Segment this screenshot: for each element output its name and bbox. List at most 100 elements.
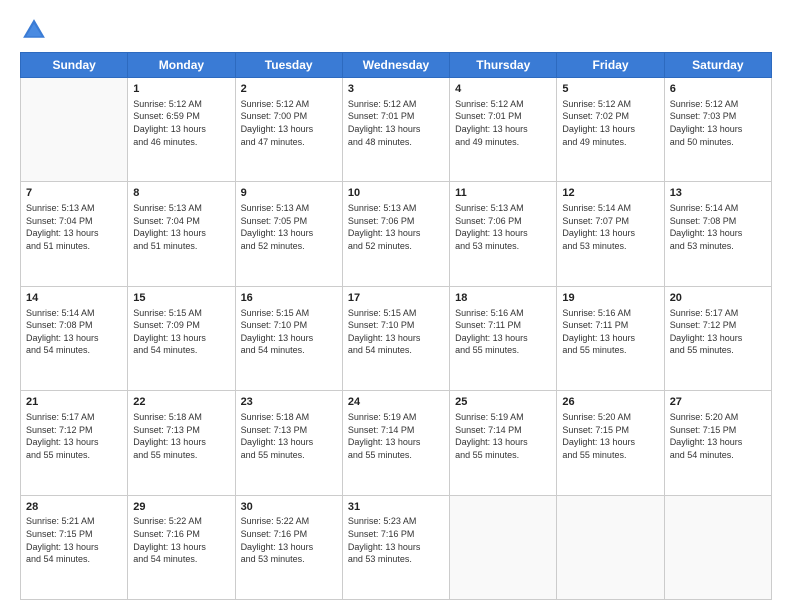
calendar-cell: 31Sunrise: 5:23 AM Sunset: 7:16 PM Dayli… (342, 495, 449, 599)
calendar-week-row: 14Sunrise: 5:14 AM Sunset: 7:08 PM Dayli… (21, 286, 772, 390)
day-info: Sunrise: 5:13 AM Sunset: 7:04 PM Dayligh… (26, 202, 122, 252)
calendar-cell: 22Sunrise: 5:18 AM Sunset: 7:13 PM Dayli… (128, 391, 235, 495)
day-info: Sunrise: 5:12 AM Sunset: 7:01 PM Dayligh… (348, 98, 444, 148)
day-number: 14 (26, 291, 122, 306)
calendar-week-row: 1Sunrise: 5:12 AM Sunset: 6:59 PM Daylig… (21, 78, 772, 182)
calendar-cell: 20Sunrise: 5:17 AM Sunset: 7:12 PM Dayli… (664, 286, 771, 390)
calendar-cell: 13Sunrise: 5:14 AM Sunset: 7:08 PM Dayli… (664, 182, 771, 286)
day-info: Sunrise: 5:17 AM Sunset: 7:12 PM Dayligh… (670, 307, 766, 357)
calendar-cell: 8Sunrise: 5:13 AM Sunset: 7:04 PM Daylig… (128, 182, 235, 286)
calendar-cell: 27Sunrise: 5:20 AM Sunset: 7:15 PM Dayli… (664, 391, 771, 495)
calendar-cell: 2Sunrise: 5:12 AM Sunset: 7:00 PM Daylig… (235, 78, 342, 182)
calendar-day-header: Tuesday (235, 53, 342, 78)
day-info: Sunrise: 5:16 AM Sunset: 7:11 PM Dayligh… (455, 307, 551, 357)
day-number: 2 (241, 82, 337, 97)
day-number: 16 (241, 291, 337, 306)
calendar-cell: 17Sunrise: 5:15 AM Sunset: 7:10 PM Dayli… (342, 286, 449, 390)
day-number: 24 (348, 395, 444, 410)
day-info: Sunrise: 5:14 AM Sunset: 7:07 PM Dayligh… (562, 202, 658, 252)
calendar-cell: 19Sunrise: 5:16 AM Sunset: 7:11 PM Dayli… (557, 286, 664, 390)
calendar-cell: 16Sunrise: 5:15 AM Sunset: 7:10 PM Dayli… (235, 286, 342, 390)
day-info: Sunrise: 5:12 AM Sunset: 7:00 PM Dayligh… (241, 98, 337, 148)
day-number: 31 (348, 500, 444, 515)
day-info: Sunrise: 5:14 AM Sunset: 7:08 PM Dayligh… (670, 202, 766, 252)
day-number: 26 (562, 395, 658, 410)
day-number: 3 (348, 82, 444, 97)
day-info: Sunrise: 5:18 AM Sunset: 7:13 PM Dayligh… (133, 411, 229, 461)
day-number: 1 (133, 82, 229, 97)
calendar-week-row: 7Sunrise: 5:13 AM Sunset: 7:04 PM Daylig… (21, 182, 772, 286)
calendar-day-header: Friday (557, 53, 664, 78)
calendar-cell (450, 495, 557, 599)
calendar-cell: 4Sunrise: 5:12 AM Sunset: 7:01 PM Daylig… (450, 78, 557, 182)
calendar-cell: 30Sunrise: 5:22 AM Sunset: 7:16 PM Dayli… (235, 495, 342, 599)
day-number: 27 (670, 395, 766, 410)
day-info: Sunrise: 5:17 AM Sunset: 7:12 PM Dayligh… (26, 411, 122, 461)
calendar-day-header: Sunday (21, 53, 128, 78)
day-number: 30 (241, 500, 337, 515)
calendar-cell: 21Sunrise: 5:17 AM Sunset: 7:12 PM Dayli… (21, 391, 128, 495)
day-info: Sunrise: 5:22 AM Sunset: 7:16 PM Dayligh… (133, 515, 229, 565)
day-number: 10 (348, 186, 444, 201)
day-info: Sunrise: 5:15 AM Sunset: 7:10 PM Dayligh… (348, 307, 444, 357)
day-number: 4 (455, 82, 551, 97)
day-info: Sunrise: 5:13 AM Sunset: 7:05 PM Dayligh… (241, 202, 337, 252)
calendar-cell: 12Sunrise: 5:14 AM Sunset: 7:07 PM Dayli… (557, 182, 664, 286)
day-info: Sunrise: 5:22 AM Sunset: 7:16 PM Dayligh… (241, 515, 337, 565)
calendar-week-row: 28Sunrise: 5:21 AM Sunset: 7:15 PM Dayli… (21, 495, 772, 599)
calendar-cell: 6Sunrise: 5:12 AM Sunset: 7:03 PM Daylig… (664, 78, 771, 182)
day-number: 6 (670, 82, 766, 97)
day-number: 12 (562, 186, 658, 201)
day-number: 20 (670, 291, 766, 306)
day-number: 8 (133, 186, 229, 201)
day-info: Sunrise: 5:15 AM Sunset: 7:09 PM Dayligh… (133, 307, 229, 357)
day-info: Sunrise: 5:23 AM Sunset: 7:16 PM Dayligh… (348, 515, 444, 565)
day-info: Sunrise: 5:12 AM Sunset: 7:03 PM Dayligh… (670, 98, 766, 148)
calendar-table: SundayMondayTuesdayWednesdayThursdayFrid… (20, 52, 772, 600)
day-number: 23 (241, 395, 337, 410)
day-info: Sunrise: 5:20 AM Sunset: 7:15 PM Dayligh… (670, 411, 766, 461)
day-info: Sunrise: 5:16 AM Sunset: 7:11 PM Dayligh… (562, 307, 658, 357)
calendar-week-row: 21Sunrise: 5:17 AM Sunset: 7:12 PM Dayli… (21, 391, 772, 495)
day-number: 28 (26, 500, 122, 515)
day-number: 22 (133, 395, 229, 410)
day-number: 17 (348, 291, 444, 306)
calendar-cell: 7Sunrise: 5:13 AM Sunset: 7:04 PM Daylig… (21, 182, 128, 286)
day-number: 11 (455, 186, 551, 201)
calendar-cell (557, 495, 664, 599)
calendar-cell: 25Sunrise: 5:19 AM Sunset: 7:14 PM Dayli… (450, 391, 557, 495)
calendar-cell: 15Sunrise: 5:15 AM Sunset: 7:09 PM Dayli… (128, 286, 235, 390)
day-info: Sunrise: 5:18 AM Sunset: 7:13 PM Dayligh… (241, 411, 337, 461)
calendar-cell: 11Sunrise: 5:13 AM Sunset: 7:06 PM Dayli… (450, 182, 557, 286)
day-info: Sunrise: 5:21 AM Sunset: 7:15 PM Dayligh… (26, 515, 122, 565)
day-info: Sunrise: 5:20 AM Sunset: 7:15 PM Dayligh… (562, 411, 658, 461)
calendar-cell: 14Sunrise: 5:14 AM Sunset: 7:08 PM Dayli… (21, 286, 128, 390)
calendar-cell (21, 78, 128, 182)
day-number: 7 (26, 186, 122, 201)
day-info: Sunrise: 5:19 AM Sunset: 7:14 PM Dayligh… (348, 411, 444, 461)
day-info: Sunrise: 5:13 AM Sunset: 7:06 PM Dayligh… (348, 202, 444, 252)
calendar-cell: 1Sunrise: 5:12 AM Sunset: 6:59 PM Daylig… (128, 78, 235, 182)
day-info: Sunrise: 5:14 AM Sunset: 7:08 PM Dayligh… (26, 307, 122, 357)
day-number: 15 (133, 291, 229, 306)
calendar-cell: 3Sunrise: 5:12 AM Sunset: 7:01 PM Daylig… (342, 78, 449, 182)
calendar-day-header: Wednesday (342, 53, 449, 78)
calendar-cell: 5Sunrise: 5:12 AM Sunset: 7:02 PM Daylig… (557, 78, 664, 182)
day-number: 9 (241, 186, 337, 201)
calendar-cell: 28Sunrise: 5:21 AM Sunset: 7:15 PM Dayli… (21, 495, 128, 599)
day-info: Sunrise: 5:12 AM Sunset: 7:02 PM Dayligh… (562, 98, 658, 148)
calendar-cell (664, 495, 771, 599)
logo-icon (20, 16, 48, 44)
calendar-day-header: Saturday (664, 53, 771, 78)
calendar-cell: 9Sunrise: 5:13 AM Sunset: 7:05 PM Daylig… (235, 182, 342, 286)
day-info: Sunrise: 5:19 AM Sunset: 7:14 PM Dayligh… (455, 411, 551, 461)
day-info: Sunrise: 5:12 AM Sunset: 7:01 PM Dayligh… (455, 98, 551, 148)
day-number: 5 (562, 82, 658, 97)
day-number: 19 (562, 291, 658, 306)
day-info: Sunrise: 5:13 AM Sunset: 7:06 PM Dayligh… (455, 202, 551, 252)
day-number: 29 (133, 500, 229, 515)
header (20, 16, 772, 44)
day-number: 13 (670, 186, 766, 201)
day-number: 25 (455, 395, 551, 410)
day-info: Sunrise: 5:12 AM Sunset: 6:59 PM Dayligh… (133, 98, 229, 148)
